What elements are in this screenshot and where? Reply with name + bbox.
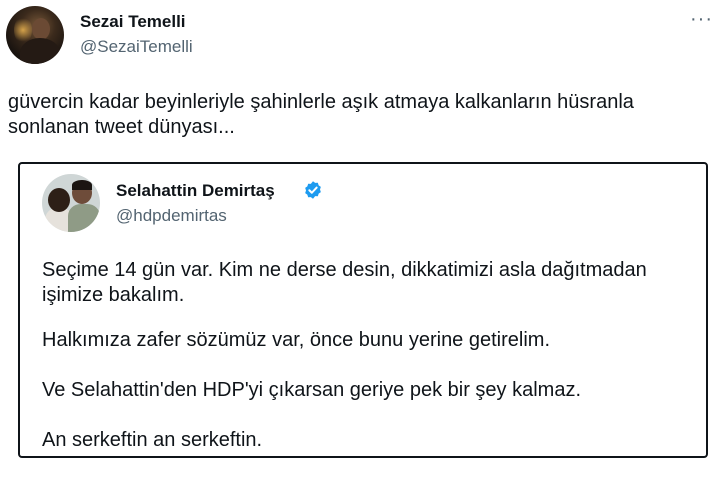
quoted-author-handle[interactable]: @hdpdemirtas (116, 206, 227, 226)
quoted-author-name[interactable]: Selahattin Demirtaş (116, 181, 275, 201)
quoted-paragraph: Ve Selahattin'den HDP'yi çıkarsan geriye… (42, 379, 582, 401)
quoted-tweet[interactable]: Selahattin Demirtaş @hdpdemirtas Seçime … (18, 162, 708, 458)
author-handle[interactable]: @SezaiTemelli (80, 37, 193, 57)
avatar[interactable] (6, 6, 64, 64)
quoted-paragraph: Halkımıza zafer sözümüz var, önce bunu y… (42, 329, 550, 351)
tweet-text: güvercin kadar beyinleriyle şahinlerle a… (8, 91, 634, 138)
quoted-paragraph: An serkeftin an serkeftin. (42, 429, 263, 451)
ellipsis-icon[interactable]: ··· (690, 8, 713, 31)
verified-badge-icon (305, 181, 321, 199)
quoted-paragraph: Seçime 14 gün var. Kim ne derse desin, d… (42, 259, 647, 306)
quoted-avatar[interactable] (42, 174, 100, 232)
author-name[interactable]: Sezai Temelli (80, 12, 186, 32)
